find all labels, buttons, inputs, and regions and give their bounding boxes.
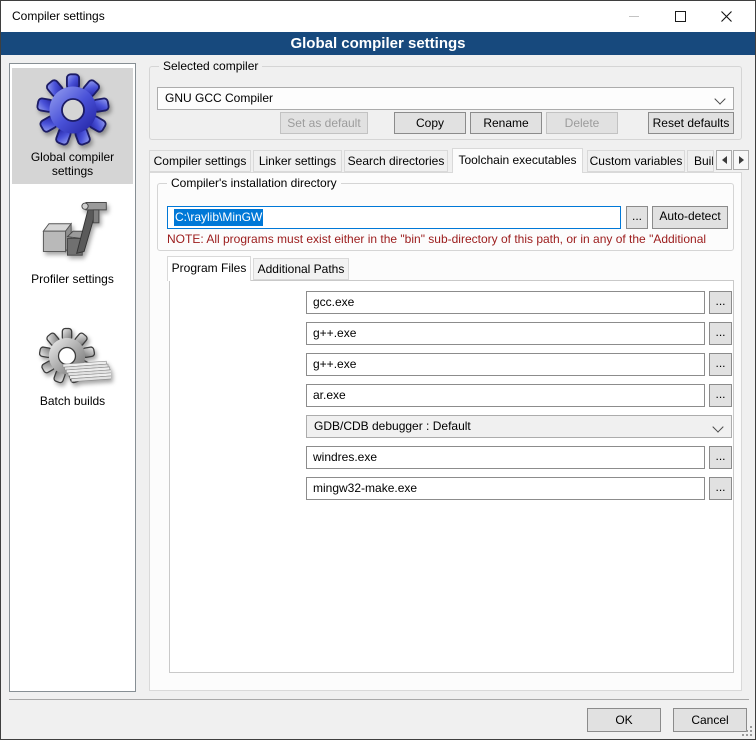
auto-detect-button[interactable]: Auto-detect	[652, 206, 728, 229]
sidebar-item-label: Global compiler settings	[12, 150, 133, 178]
tab-program-files[interactable]: Program Files	[167, 256, 251, 281]
gear-blue-icon	[34, 72, 112, 148]
ok-button[interactable]: OK	[587, 708, 661, 732]
make-program-browse-button[interactable]: ...	[709, 477, 732, 500]
compiler-settings-dialog: Compiler settings Global compiler settin…	[0, 0, 756, 740]
group-label: Selected compiler	[159, 59, 262, 73]
arrow-left-icon	[722, 156, 727, 164]
make-program-input[interactable]: mingw32-make.exe	[306, 477, 705, 500]
tab-scroll-left-button[interactable]	[716, 150, 732, 170]
close-icon	[721, 11, 732, 22]
main-tabstrip: Compiler settings Linker settings Search…	[149, 148, 756, 173]
c-compiler-input[interactable]: gcc.exe	[306, 291, 705, 314]
debugger-select-value: GDB/CDB debugger : Default	[314, 419, 471, 433]
tab-additional-paths[interactable]: Additional Paths	[253, 258, 349, 280]
dynamic-linker-browse-button[interactable]: ...	[709, 353, 732, 376]
cancel-button[interactable]: Cancel	[673, 708, 747, 732]
selected-path-text: C:\raylib\MinGW	[174, 209, 263, 226]
debugger-select[interactable]: GDB/CDB debugger : Default	[306, 415, 732, 438]
sidebar: Global compiler settings Profiler settin…	[9, 63, 136, 692]
sidebar-item-label: Batch builds	[12, 394, 133, 408]
profiler-caliper-icon	[35, 196, 111, 270]
titlebar[interactable]: Compiler settings	[1, 1, 755, 32]
resource-compiler-browse-button[interactable]: ...	[709, 446, 732, 469]
maximize-icon	[675, 11, 686, 22]
resource-compiler-input[interactable]: windres.exe	[306, 446, 705, 469]
copy-button[interactable]: Copy	[394, 112, 466, 134]
set-as-default-button[interactable]: Set as default	[280, 112, 368, 134]
compiler-buttons-row: Set as default Copy Rename Delete Reset …	[157, 112, 734, 134]
delete-button[interactable]: Delete	[546, 112, 618, 134]
resize-grip[interactable]	[741, 725, 753, 737]
dialog-header: Global compiler settings	[1, 32, 755, 55]
dynamic-linker-input[interactable]: g++.exe	[306, 353, 705, 376]
close-button[interactable]	[703, 1, 749, 32]
installation-directory-browse-button[interactable]: ...	[626, 206, 648, 229]
maximize-button[interactable]	[657, 1, 703, 32]
gear-batch-builds-icon	[35, 326, 111, 392]
sidebar-item-batch-builds[interactable]: Batch builds	[12, 322, 133, 416]
reset-defaults-button[interactable]: Reset defaults	[648, 112, 734, 134]
tab-build-clipped[interactable]: Build	[687, 150, 714, 172]
tab-compiler-settings[interactable]: Compiler settings	[149, 150, 251, 172]
compiler-select[interactable]: GNU GCC Compiler	[157, 87, 734, 110]
arrow-right-icon	[739, 156, 744, 164]
chevron-down-icon	[714, 93, 725, 104]
window-title: Compiler settings	[12, 9, 105, 23]
cpp-compiler-browse-button[interactable]: ...	[709, 322, 732, 345]
cpp-compiler-input[interactable]: g++.exe	[306, 322, 705, 345]
minimize-button[interactable]	[611, 1, 657, 32]
sidebar-item-profiler-settings[interactable]: Profiler settings	[12, 192, 133, 296]
static-linker-input[interactable]: ar.exe	[306, 384, 705, 407]
group-label: Compiler's installation directory	[167, 176, 341, 190]
sidebar-item-global-compiler-settings[interactable]: Global compiler settings	[12, 68, 133, 184]
note-text: NOTE: All programs must exist either in …	[167, 232, 730, 246]
tab-custom-variables[interactable]: Custom variables	[587, 150, 685, 172]
static-linker-browse-button[interactable]: ...	[709, 384, 732, 407]
compiler-select-value: GNU GCC Compiler	[165, 91, 273, 105]
rename-button[interactable]: Rename	[470, 112, 542, 134]
tab-scroll-right-button[interactable]	[733, 150, 749, 170]
tab-search-directories[interactable]: Search directories	[344, 150, 448, 172]
minimize-icon	[629, 16, 639, 17]
tab-toolchain-executables[interactable]: Toolchain executables	[452, 148, 583, 173]
sidebar-item-label: Profiler settings	[12, 272, 133, 286]
footer-divider	[9, 699, 749, 700]
c-compiler-browse-button[interactable]: ...	[709, 291, 732, 314]
installation-directory-input[interactable]: C:\raylib\MinGW	[167, 206, 621, 229]
chevron-down-icon	[712, 421, 723, 432]
tab-linker-settings[interactable]: Linker settings	[253, 150, 342, 172]
